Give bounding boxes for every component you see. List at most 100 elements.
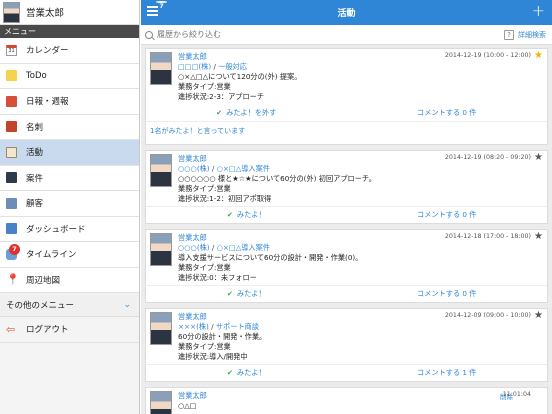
business-card-icon: [6, 121, 17, 133]
sidebar: 営業太郎 メニュー 31 カレンダー ToDo 日報・週報 名刺 活動 案件 顧…: [0, 0, 140, 414]
dashboard-icon: [6, 223, 17, 235]
sidebar-item-label: 名刺: [26, 122, 44, 133]
check-icon: ✔: [226, 210, 233, 219]
logout-icon: ⇦: [6, 322, 16, 336]
todo-icon: [6, 70, 17, 82]
customer-icon: [6, 197, 17, 209]
search-input[interactable]: [157, 30, 504, 39]
avatar: [150, 233, 172, 266]
comment-button[interactable]: コメントする 1 件: [347, 368, 548, 378]
activity-company[interactable]: □□□(株) / 一般対応: [178, 62, 543, 72]
star-icon[interactable]: ★: [534, 50, 543, 61]
search-bar: ? 詳細検索: [141, 25, 552, 45]
avatar: [150, 154, 172, 187]
activity-company[interactable]: ○○○(株) / ○×□△導入案件: [178, 243, 543, 253]
sidebar-item-label: 顧客: [26, 199, 44, 210]
avatar: [3, 1, 20, 23]
like-button[interactable]: ✔ みたよ！: [146, 368, 347, 378]
star-icon[interactable]: ★: [534, 231, 543, 242]
sidebar-item-label: ダッシュボード: [26, 224, 86, 235]
like-button[interactable]: ✔ みたよ！: [146, 210, 347, 220]
activity-company[interactable]: ○○○(株) / ○×□△導入案件: [178, 164, 543, 174]
advanced-search-link[interactable]: 詳細検索: [518, 30, 546, 40]
sidebar-item-report[interactable]: 日報・週報: [0, 89, 139, 115]
sidebar-item-customer[interactable]: 顧客: [0, 191, 139, 217]
sidebar-item-label: 日報・週報: [26, 97, 69, 108]
activity-card[interactable]: 営業太郎 □□□(株) / 一般対応 ○×△□△について120分の(外) 提案。…: [145, 48, 548, 145]
add-icon[interactable]: +: [532, 3, 545, 19]
check-icon: ✔: [226, 368, 233, 377]
activity-feed: 営業太郎 □□□(株) / 一般対応 ○×△□△について120分の(外) 提案。…: [141, 45, 552, 414]
activity-date: 2014-12-09 (09:00 - 10:00): [444, 312, 531, 319]
activity-user[interactable]: 営業太郎: [178, 391, 543, 401]
activity-summary: ○△□: [178, 401, 197, 410]
help-icon[interactable]: ?: [504, 29, 514, 40]
likes-summary[interactable]: 1名がみたよ！と言っています: [146, 121, 547, 144]
activity-card[interactable]: 営業太郎 ○△□ 削除 11:01:04: [145, 387, 548, 414]
user-name: 営業太郎: [26, 8, 65, 19]
sidebar-item-activity[interactable]: 活動: [0, 140, 139, 166]
activity-summary: 60分の設計・開発・作業。: [178, 332, 267, 341]
sidebar-item-map[interactable]: 📍 周辺地図: [0, 267, 139, 293]
sidebar-item-label: 案件: [26, 173, 44, 184]
activity-date: 2014-12-19 (10:00 - 12:00): [444, 52, 531, 59]
sidebar-item-label: ToDo: [26, 70, 47, 81]
check-icon: ✔: [216, 107, 223, 117]
activity-card[interactable]: 営業太郎 ×××(株) / サポート商談 60分の設計・開発・作業。 業務タイプ…: [145, 308, 548, 382]
menu-badge: 7: [156, 1, 167, 10]
avatar: [150, 312, 172, 345]
logout-label: ログアウト: [26, 325, 69, 336]
like-button[interactable]: ✔ みたよ！を外す: [146, 108, 347, 118]
activity-summary: ○×△□△について120分の(外) 提案。: [178, 72, 302, 81]
activity-status: 進捗状況:導入/開発中: [178, 352, 248, 361]
activity-time: 11:01:04: [502, 391, 531, 398]
main-panel: 7 活動 + ? 詳細検索 営業太郎 □□□(株) / 一般対応 ○×△□△につ…: [141, 0, 552, 414]
like-button[interactable]: ✔ みたよ！: [146, 289, 347, 299]
activity-type: 業務タイプ:営業: [178, 263, 231, 272]
star-icon[interactable]: ★: [534, 152, 543, 163]
activity-status: 進捗状況:0：未フォロー: [178, 273, 257, 282]
avatar: [150, 391, 172, 414]
sidebar-item-label: 活動: [26, 148, 44, 159]
activity-summary: 導入支援サービスについて60分の設計・開発・作業(0)。: [178, 253, 363, 262]
comment-button[interactable]: コメントする 0 件: [347, 108, 548, 118]
activity-status: 進捗状況:2-3：アプローチ: [178, 92, 265, 101]
other-menu-toggle[interactable]: その他のメニュー ⌄: [0, 293, 139, 317]
sidebar-item-todo[interactable]: ToDo: [0, 63, 139, 89]
user-profile[interactable]: 営業太郎: [0, 0, 139, 25]
sidebar-item-dashboard[interactable]: ダッシュボード: [0, 216, 139, 242]
activity-status: 進捗状況:1-2：初回アポ取得: [178, 194, 272, 203]
sidebar-item-label: 周辺地図: [26, 275, 61, 286]
case-icon: [6, 172, 17, 184]
search-icon: [145, 30, 153, 39]
sidebar-item-timeline[interactable]: 7 タイムライン: [0, 242, 139, 268]
sidebar-item-label: タイムライン: [26, 250, 77, 261]
activity-type: 業務タイプ:営業: [178, 184, 231, 193]
avatar: [150, 52, 172, 85]
sidebar-item-label: カレンダー: [26, 46, 69, 57]
comment-button[interactable]: コメントする 0 件: [347, 289, 548, 299]
activity-date: 2014-12-18 (17:00 - 18:00): [444, 233, 531, 240]
activity-type: 業務タイプ:営業: [178, 342, 231, 351]
activity-company[interactable]: ×××(株) / サポート商談: [178, 322, 543, 332]
sidebar-item-case[interactable]: 案件: [0, 165, 139, 191]
check-icon: ✔: [226, 289, 233, 298]
chevron-down-icon: ⌄: [123, 299, 131, 310]
top-bar: 7 活動 +: [141, 0, 552, 25]
sidebar-item-calendar[interactable]: 31 カレンダー: [0, 38, 139, 64]
report-icon: [6, 95, 17, 107]
activity-icon: [6, 146, 17, 158]
logout-button[interactable]: ⇦ ログアウト: [0, 317, 139, 343]
activity-type: 業務タイプ:営業: [178, 82, 231, 91]
activity-card[interactable]: 営業太郎 ○○○(株) / ○×□△導入案件 ○○○○○○ 様と★☆★について6…: [145, 150, 548, 224]
sidebar-item-business-card[interactable]: 名刺: [0, 114, 139, 140]
hamburger-menu-icon[interactable]: 7: [147, 1, 167, 18]
map-pin-icon: 📍: [6, 273, 20, 287]
star-icon[interactable]: ★: [534, 310, 543, 321]
comment-button[interactable]: コメントする 0 件: [347, 210, 548, 220]
page-title: 活動: [337, 9, 356, 19]
timeline-badge: 7: [9, 244, 20, 255]
activity-date: 2014-12-19 (08:20 - 09:20): [444, 154, 531, 161]
activity-card[interactable]: 営業太郎 ○○○(株) / ○×□△導入案件 導入支援サービスについて60分の設…: [145, 229, 548, 303]
calendar-icon: 31: [6, 44, 17, 56]
